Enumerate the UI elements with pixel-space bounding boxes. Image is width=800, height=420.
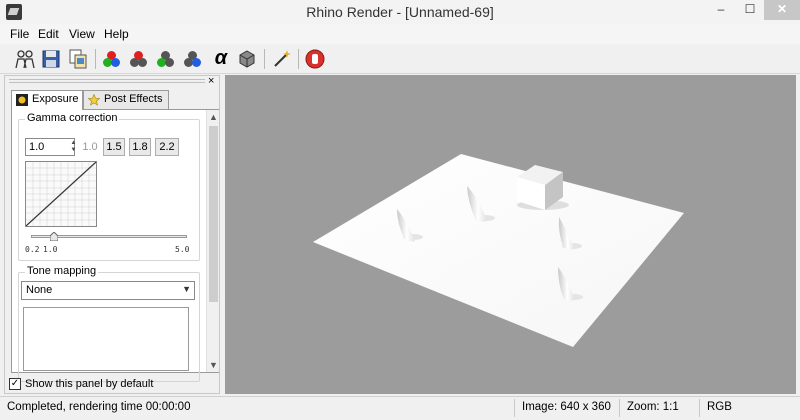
status-zoom: Zoom: 1:1 xyxy=(627,401,679,413)
status-color-mode: RGB xyxy=(707,401,732,413)
green-channel-icon[interactable] xyxy=(155,48,177,70)
menu-help[interactable]: Help xyxy=(104,27,129,41)
toolbar: α xyxy=(0,44,800,74)
status-bar: Completed, rendering time 00:00:00 Image… xyxy=(0,396,800,420)
tone-mapping-settings-box xyxy=(23,307,189,371)
copy-image-icon[interactable] xyxy=(67,48,89,70)
status-image-size: Image: 640 x 360 xyxy=(522,401,611,413)
title-bar: Rhino Render - [Unnamed-69] – ☐ ✕ xyxy=(0,0,800,24)
panel-close-icon[interactable]: × xyxy=(208,75,214,87)
close-button[interactable]: ✕ xyxy=(764,0,800,20)
chevron-down-icon: ▼ xyxy=(182,284,191,294)
tone-mapping-group: Tone mapping None ▼ xyxy=(18,265,200,382)
render-viewport[interactable] xyxy=(225,75,796,394)
star-icon xyxy=(87,93,101,106)
alpha-channel-icon[interactable]: α xyxy=(210,48,232,70)
scrollbar-thumb[interactable] xyxy=(209,126,218,302)
show-panel-default-checkbox[interactable]: ✓ xyxy=(9,378,21,390)
menu-bar: File Edit View Help xyxy=(0,24,800,44)
exposure-icon xyxy=(16,94,28,106)
panel-drag-handle[interactable] xyxy=(9,79,205,83)
tone-mapping-value: None xyxy=(26,284,53,296)
tone-mapping-select[interactable]: None ▼ xyxy=(21,281,195,300)
gamma-correction-group: Gamma correction 1.0 ▲ ▼ 1.0 1.5 1.8 2.2 xyxy=(18,112,200,261)
gamma-spinner[interactable]: ▲ ▼ xyxy=(69,140,78,154)
panel-scrollbar[interactable]: ▲ ▼ xyxy=(206,110,219,372)
gamma-preset-2-2[interactable]: 2.2 xyxy=(155,138,179,156)
stop-render-icon[interactable] xyxy=(304,48,326,70)
copy-people-icon[interactable] xyxy=(14,48,36,70)
scroll-up-icon[interactable]: ▲ xyxy=(207,110,220,124)
menu-file[interactable]: File xyxy=(10,27,29,41)
gamma-slider-thumb[interactable] xyxy=(49,231,59,242)
gamma-curve-graph xyxy=(25,161,97,227)
spin-down-icon[interactable]: ▼ xyxy=(69,147,78,154)
tab-exposure-label: Exposure xyxy=(32,93,79,105)
exposure-panel: × Exposure Post Effects Gamma correction… xyxy=(4,75,220,394)
gamma-value: 1.0 xyxy=(29,141,45,153)
gamma-preset-1-5[interactable]: 1.5 xyxy=(103,138,125,156)
minimize-button[interactable]: – xyxy=(706,0,736,20)
blue-channel-icon[interactable] xyxy=(182,48,204,70)
rgb-channels-icon[interactable] xyxy=(101,48,123,70)
exposure-tab-content: Gamma correction 1.0 ▲ ▼ 1.0 1.5 1.8 2.2 xyxy=(11,109,219,382)
status-message: Completed, rendering time 00:00:00 xyxy=(7,401,191,413)
red-channel-icon[interactable] xyxy=(128,48,150,70)
monochrome-icon[interactable] xyxy=(236,48,258,70)
spin-up-icon[interactable]: ▲ xyxy=(69,140,78,147)
tab-exposure[interactable]: Exposure xyxy=(11,90,83,110)
tab-post-effects-label: Post Effects xyxy=(104,93,163,105)
maximize-button[interactable]: ☐ xyxy=(736,0,764,20)
slider-min-label: 0.2 xyxy=(25,245,40,254)
window-title: Rhino Render - [Unnamed-69] xyxy=(306,4,494,20)
slider-max-label: 5.0 xyxy=(175,245,190,254)
gamma-value-input[interactable]: 1.0 ▲ ▼ xyxy=(25,138,78,156)
show-panel-default-label: Show this panel by default xyxy=(25,378,154,390)
tab-post-effects[interactable]: Post Effects xyxy=(83,90,169,109)
tone-mapping-label: Tone mapping xyxy=(25,265,99,277)
save-icon[interactable] xyxy=(40,48,62,70)
scroll-down-icon[interactable]: ▼ xyxy=(207,358,220,372)
gamma-correction-label: Gamma correction xyxy=(25,112,120,124)
gamma-preset-1-8[interactable]: 1.8 xyxy=(129,138,151,156)
post-effect-wand-icon[interactable] xyxy=(271,48,293,70)
menu-edit[interactable]: Edit xyxy=(38,27,59,41)
menu-view[interactable]: View xyxy=(69,27,95,41)
rendered-scene xyxy=(313,154,684,347)
gamma-preset-1-0: 1.0 xyxy=(82,141,98,153)
slider-current-label: 1.0 xyxy=(43,245,58,254)
ground-plane xyxy=(313,154,684,347)
